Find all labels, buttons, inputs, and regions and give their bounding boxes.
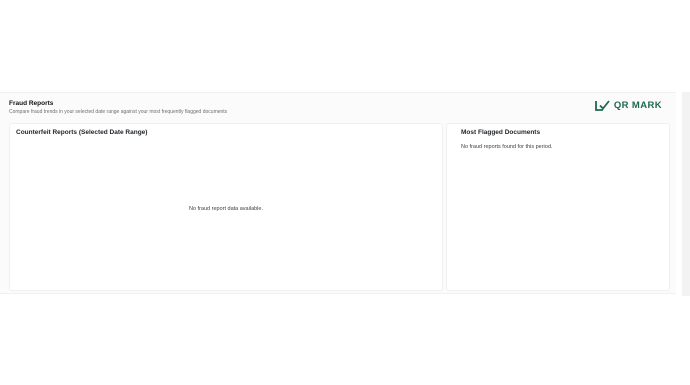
counterfeit-reports-card: Counterfeit Reports (Selected Date Range… (9, 123, 443, 291)
counterfeit-empty-message: No fraud report data available. (189, 206, 263, 212)
most-flagged-documents-card: Most Flagged Documents No fraud reports … (446, 123, 670, 291)
flagged-empty-message: No fraud reports found for this period. (461, 144, 553, 150)
page-title: Fraud Reports (9, 100, 54, 107)
brand-logo-text: QR MARK (613, 100, 662, 111)
page-subtitle: Compare fraud trends in your selected da… (9, 109, 228, 115)
scrollbar[interactable] (682, 92, 690, 296)
most-flagged-documents-title: Most Flagged Documents (461, 129, 541, 136)
check-mark-logo-icon (594, 100, 610, 111)
panel-header: Fraud Reports Compare fraud trends in yo… (9, 100, 227, 116)
brand-logo: QR MARK (594, 100, 662, 111)
fraud-reports-panel: Fraud Reports Compare fraud trends in yo… (0, 92, 676, 294)
counterfeit-reports-title: Counterfeit Reports (Selected Date Range… (16, 129, 148, 136)
